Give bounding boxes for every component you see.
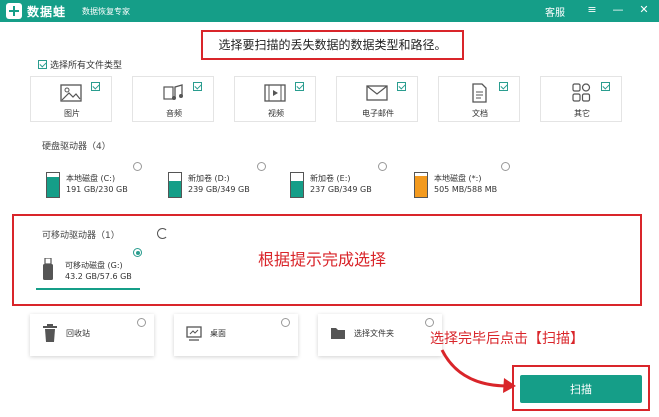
document-icon [472, 83, 487, 103]
checkbox-checked-icon[interactable] [397, 82, 406, 91]
hint-select-annotation: 根据提示完成选择 [258, 250, 387, 269]
drive-star-radio[interactable] [501, 162, 510, 171]
hard-drive-icon [168, 172, 182, 198]
title-bar: 数据蛙 数据恢复专家 客服 ≡ — ✕ [0, 0, 659, 22]
removable-drives-title: 可移动驱动器（1） [42, 231, 120, 241]
file-type-email[interactable]: 电子邮件 [336, 76, 418, 122]
file-type-audio[interactable]: 音频 [132, 76, 214, 122]
grid-icon [572, 83, 591, 102]
location-desktop[interactable]: 桌面 [174, 314, 298, 356]
file-type-image[interactable]: 图片 [30, 76, 112, 122]
location-select-folder[interactable]: 选择文件夹 [318, 314, 442, 356]
checkbox-checked-icon[interactable] [193, 82, 202, 91]
drive-usage-fill [291, 180, 303, 197]
checkbox-checked-icon[interactable] [601, 82, 610, 91]
usb-drive-icon [43, 258, 53, 280]
refresh-icon[interactable] [157, 228, 168, 239]
hard-drive-icon [46, 172, 60, 198]
hamburger-menu-icon[interactable]: ≡ [584, 2, 600, 18]
drive-card-g[interactable]: 可移动磁盘 (G:) 43.2 GB/57.6 GB [36, 252, 140, 290]
select-folder-radio[interactable] [425, 318, 434, 327]
file-type-other[interactable]: 其它 [540, 76, 622, 122]
film-icon [264, 84, 286, 102]
desktop-icon [186, 326, 202, 341]
minimize-icon[interactable]: — [610, 2, 626, 18]
drive-usage-fill [169, 180, 181, 197]
desktop-radio[interactable] [281, 318, 290, 327]
drive-g-radio[interactable] [133, 248, 142, 257]
drive-card-e[interactable]: 新加卷 (E:) 237 GB/349 GB [290, 168, 410, 208]
file-type-video[interactable]: 视频 [234, 76, 316, 122]
scan-button[interactable]: 扫描 [520, 375, 642, 403]
app-logo-icon [6, 3, 22, 19]
hard-drive-icon [414, 172, 428, 198]
hard-drives-title: 硬盘驱动器（4） [42, 142, 111, 152]
checkbox-checked-icon [38, 60, 47, 69]
drive-usage-fill [47, 177, 59, 197]
hard-drive-icon [290, 172, 304, 198]
drive-card-star[interactable]: 本地磁盘 (*:) 505 MB/588 MB [414, 168, 534, 208]
service-button[interactable]: 客服 [545, 4, 565, 19]
app-subtitle: 数据恢复专家 [82, 7, 130, 16]
drive-e-radio[interactable] [378, 162, 387, 171]
select-all-label: 选择所有文件类型 [50, 61, 123, 71]
drive-card-d[interactable]: 新加卷 (D:) 239 GB/349 GB [168, 168, 288, 208]
select-all-types-checkbox[interactable]: 选择所有文件类型 [38, 58, 122, 71]
drive-usage-fill [415, 176, 427, 197]
hint-scan-annotation: 选择完毕后点击【扫描】 [430, 331, 584, 347]
music-note-icon [163, 84, 183, 100]
recycle-bin-radio[interactable] [137, 318, 146, 327]
close-icon[interactable]: ✕ [636, 2, 652, 18]
drive-card-c[interactable]: 本地磁盘 (C:) 191 GB/230 GB [46, 168, 166, 208]
drive-d-radio[interactable] [257, 162, 266, 171]
file-type-document[interactable]: 文档 [438, 76, 520, 122]
folder-icon [331, 328, 345, 339]
annotation-arrow-icon [440, 349, 516, 393]
image-icon [60, 84, 82, 102]
trash-icon [43, 324, 57, 342]
checkbox-checked-icon[interactable] [295, 82, 304, 91]
drive-c-radio[interactable] [133, 162, 142, 171]
checkbox-checked-icon[interactable] [91, 82, 100, 91]
location-recycle-bin[interactable]: 回收站 [30, 314, 154, 356]
checkbox-checked-icon[interactable] [499, 82, 508, 91]
envelope-icon [366, 85, 388, 101]
instruction-banner: 选择要扫描的丢失数据的数据类型和路径。 [201, 30, 464, 60]
app-name: 数据蛙 [27, 5, 67, 19]
